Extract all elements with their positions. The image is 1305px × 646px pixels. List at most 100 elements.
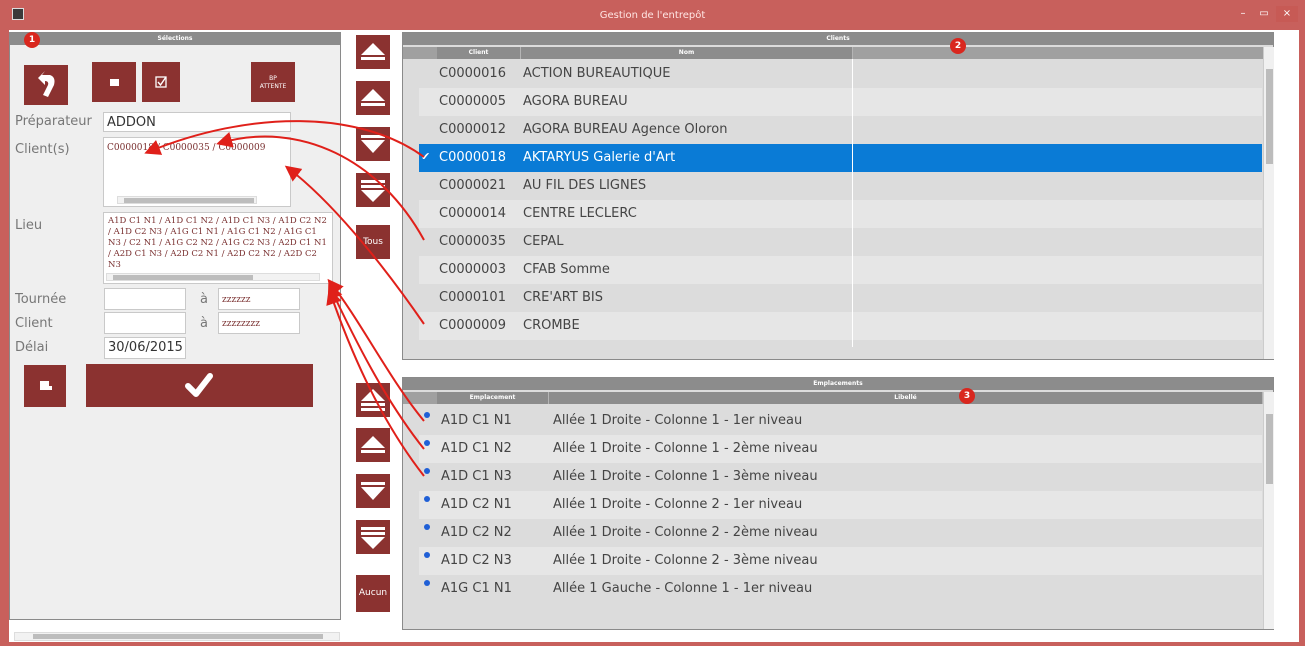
location-label: Allée 1 Droite - Colonne 1 - 1er niveau xyxy=(553,413,803,428)
client-code: C0000018 xyxy=(439,150,506,165)
preparateur-field[interactable]: ADDON xyxy=(103,112,291,132)
keyboard-button[interactable] xyxy=(92,62,136,102)
first-location-button[interactable] xyxy=(356,383,390,417)
column-emplacement[interactable]: Emplacement xyxy=(437,392,549,404)
client-label: Client xyxy=(15,316,53,331)
double-chevron-down-icon xyxy=(361,527,385,549)
previous-client-button[interactable] xyxy=(356,81,390,115)
client-name: AU FIL DES LIGNES xyxy=(523,178,647,193)
checkmark-icon xyxy=(185,373,213,397)
location-row[interactable]: A1D C2 N2 Allée 1 Droite - Colonne 2 - 2è… xyxy=(419,519,1262,547)
column-client[interactable]: Client xyxy=(437,47,521,59)
aucun-button[interactable]: Aucun xyxy=(356,575,390,612)
location-row[interactable]: A1D C1 N3 Allée 1 Droite - Colonne 1 - 3è… xyxy=(419,463,1262,491)
client-row[interactable]: C0000016 ACTION BUREAUTIQUE xyxy=(419,60,1262,88)
client-from-field[interactable] xyxy=(104,312,186,334)
selection-dot-icon xyxy=(424,468,430,474)
location-label: Allée 1 Droite - Colonne 2 - 1er niveau xyxy=(553,497,803,512)
checkbox-icon xyxy=(155,76,167,88)
lieu-scrollbar[interactable] xyxy=(106,273,320,281)
client-code: C0000101 xyxy=(439,290,506,305)
location-code: A1D C2 N2 xyxy=(441,525,512,540)
client-row[interactable]: C0000101 CRE'ART BIS xyxy=(419,284,1262,312)
first-client-button[interactable] xyxy=(356,35,390,69)
column-libelle[interactable]: Libellé xyxy=(549,392,1263,404)
bp-attente-button[interactable]: BP ATTENTE xyxy=(251,62,295,102)
keyboard-icon xyxy=(110,79,119,86)
location-code: A1D C1 N3 xyxy=(441,469,512,484)
emplacements-vscrollbar[interactable] xyxy=(1263,392,1274,629)
emplacements-header: Emplacements xyxy=(403,378,1273,390)
selections-header: Sélections xyxy=(10,33,340,45)
minimize-button[interactable]: – xyxy=(1233,6,1253,22)
clients-vscrollbar[interactable] xyxy=(1263,47,1274,359)
marker-2: 2 xyxy=(950,38,966,54)
window-title: Gestion de l'entrepôt xyxy=(599,10,706,21)
next-client-button[interactable] xyxy=(356,127,390,161)
client-row[interactable]: C0000003 CFAB Somme xyxy=(419,256,1262,284)
client-name: CFAB Somme xyxy=(523,262,610,277)
tournee-a-label: à xyxy=(200,292,208,307)
left-bottom-scrollbar[interactable] xyxy=(14,632,340,641)
client-row[interactable]: C0000018 AKTARYUS Galerie d'Art ✔ xyxy=(419,144,1262,172)
client-name: AGORA BUREAU xyxy=(523,94,628,109)
client-row[interactable]: C0000005 AGORA BUREAU xyxy=(419,88,1262,116)
location-code: A1D C1 N1 xyxy=(441,413,512,428)
calendar-button[interactable] xyxy=(24,365,66,407)
undo-button[interactable] xyxy=(24,65,68,105)
location-row[interactable]: A1D C2 N3 Allée 1 Droite - Colonne 2 - 3è… xyxy=(419,547,1262,575)
preparateur-label: Préparateur xyxy=(15,114,92,129)
lieu-label: Lieu xyxy=(15,218,43,233)
selection-dot-icon xyxy=(424,440,430,446)
checkmark-icon: ✔ xyxy=(421,150,431,163)
calendar-icon xyxy=(40,381,52,390)
client-code: C0000003 xyxy=(439,262,506,277)
clients-grid: Clients Client Nom C0000016 ACTION BUREAU… xyxy=(402,32,1274,360)
tournee-label: Tournée xyxy=(15,292,67,307)
last-location-button[interactable] xyxy=(356,520,390,554)
client-code: C0000009 xyxy=(439,318,506,333)
selection-dot-icon xyxy=(424,524,430,530)
previous-location-button[interactable] xyxy=(356,428,390,462)
check-list-button[interactable] xyxy=(142,62,180,102)
clients-scrollbar[interactable] xyxy=(117,196,257,204)
tournee-to-field[interactable]: zzzzzz xyxy=(218,288,300,310)
chevron-down-icon xyxy=(361,482,385,500)
client-code: C0000014 xyxy=(439,206,506,221)
next-location-button[interactable] xyxy=(356,474,390,508)
location-row[interactable]: A1D C2 N1 Allée 1 Droite - Colonne 2 - 1e… xyxy=(419,491,1262,519)
last-client-button[interactable] xyxy=(356,173,390,207)
tournee-from-field[interactable] xyxy=(104,288,186,310)
tous-button[interactable]: Tous xyxy=(356,225,390,259)
location-row[interactable]: A1G C1 N1 Allée 1 Gauche - Colonne 1 - 1e… xyxy=(419,575,1262,603)
location-code: A1G C1 N1 xyxy=(441,581,512,596)
client-row[interactable]: C0000012 AGORA BUREAU Agence Oloron xyxy=(419,116,1262,144)
client-code: C0000021 xyxy=(439,178,506,193)
client-row[interactable]: C0000009 CROMBE xyxy=(419,312,1262,340)
client-code: C0000005 xyxy=(439,94,506,109)
client-name: AKTARYUS Galerie d'Art xyxy=(523,150,676,165)
double-chevron-up-icon xyxy=(361,389,385,411)
clients-header: Clients xyxy=(403,33,1273,45)
maximize-button[interactable]: ▭ xyxy=(1254,6,1274,22)
chevron-down-icon xyxy=(361,135,385,153)
chevron-up-icon xyxy=(361,436,385,453)
location-row[interactable]: A1D C1 N1 Allée 1 Droite - Colonne 1 - 1e… xyxy=(419,407,1262,435)
selection-dot-icon xyxy=(424,552,430,558)
selection-dot-icon xyxy=(424,580,430,586)
location-label: Allée 1 Droite - Colonne 1 - 3ème niveau xyxy=(553,469,818,484)
window-frame-left xyxy=(0,30,9,646)
location-code: A1D C1 N2 xyxy=(441,441,512,456)
close-button[interactable]: × xyxy=(1276,6,1298,22)
client-name: CRE'ART BIS xyxy=(523,290,603,305)
validate-button[interactable] xyxy=(86,364,313,407)
client-to-field[interactable]: zzzzzzzz xyxy=(218,312,300,334)
client-row[interactable]: C0000021 AU FIL DES LIGNES xyxy=(419,172,1262,200)
marker-3: 3 xyxy=(959,388,975,404)
location-row[interactable]: A1D C1 N2 Allée 1 Droite - Colonne 1 - 2è… xyxy=(419,435,1262,463)
column-nom[interactable]: Nom xyxy=(521,47,853,59)
client-name: CEPAL xyxy=(523,234,564,249)
client-row[interactable]: C0000035 CEPAL xyxy=(419,228,1262,256)
delai-field[interactable]: 30/06/2015 xyxy=(104,337,186,359)
client-row[interactable]: C0000014 CENTRE LECLERC xyxy=(419,200,1262,228)
